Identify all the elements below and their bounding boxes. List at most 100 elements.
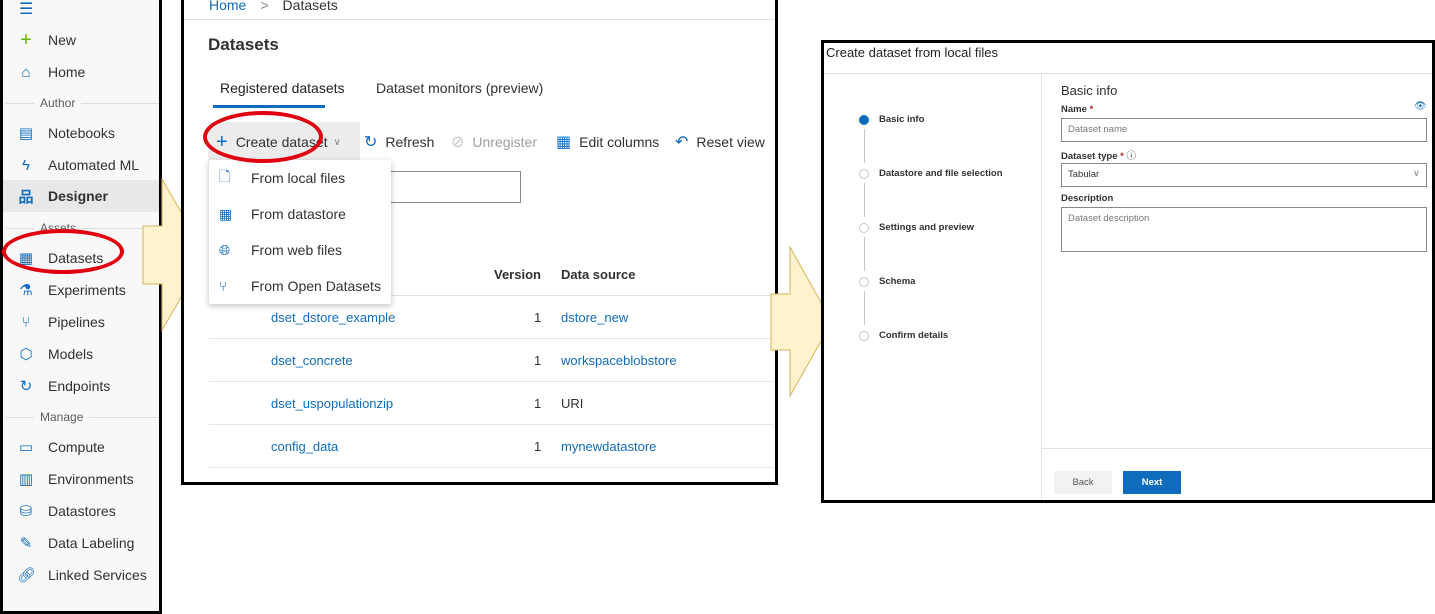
step-settings-preview[interactable]: Settings and preview (859, 222, 974, 233)
globe-file-icon: 🌐︎ (219, 241, 231, 258)
label: Endpoints (48, 378, 111, 394)
description-textarea[interactable]: Dataset description (1061, 207, 1427, 252)
label: Home (48, 64, 86, 80)
highlight-oval (203, 111, 323, 163)
label: Reset view (696, 134, 765, 150)
cube-icon: ⬡ (19, 346, 33, 363)
create-dataset-menu: 🗋︎ From local files ▦ From datastore 🌐︎ Fro… (209, 160, 391, 304)
back-button[interactable]: Back (1054, 471, 1112, 494)
column-version[interactable]: Version (494, 267, 541, 282)
endpoint-icon: ↻ (19, 378, 33, 395)
step-icon (859, 276, 869, 287)
undo-icon: ↶ (675, 134, 689, 151)
version: 1 (534, 395, 542, 411)
sidebar-item-linked-services[interactable]: 🔗︎ Linked Services (17, 560, 159, 590)
sidebar-item-compute[interactable]: ▭ Compute (17, 432, 159, 462)
label: Notebooks (48, 125, 115, 141)
sidebar-item-datastores[interactable]: ⛁ Datastores (17, 496, 159, 526)
dataset-type-label: Dataset type * ⓘ (1061, 151, 1136, 162)
create-dataset-wizard: Create dataset from local files Basic in… (821, 40, 1435, 503)
table-row[interactable]: dset_uspopulationzip 1 URI (209, 382, 774, 425)
data-source: URI (561, 395, 584, 411)
eye-icon[interactable]: 👁︎ (1414, 101, 1427, 112)
step-confirm-details[interactable]: Confirm details (859, 330, 948, 341)
column-data-source[interactable]: Data source (561, 267, 635, 282)
refresh-button[interactable]: ↻ Refresh (364, 127, 434, 157)
sidebar-item-automated-ml[interactable]: ϟ Automated ML (17, 150, 159, 180)
search-input[interactable] (374, 171, 521, 203)
breadcrumb-home[interactable]: Home (209, 0, 246, 13)
edit-columns-button[interactable]: ▦ Edit columns (556, 127, 659, 157)
version: 1 (534, 309, 542, 325)
label: Unregister (472, 134, 537, 150)
label: Compute (48, 439, 105, 455)
label: Basic info (879, 114, 925, 125)
data-source-link[interactable]: mynewdatastore (561, 439, 656, 454)
section-author: Author (6, 96, 159, 110)
file-upload-icon: 🗋︎ (219, 168, 231, 184)
name-label: Name * (1061, 104, 1094, 115)
data-source-link[interactable]: dstore_new (561, 310, 628, 325)
unregister-button[interactable]: ⊘ Unregister (451, 127, 537, 157)
flask-icon: ⚗ (19, 282, 33, 299)
description-label: Description (1061, 193, 1114, 204)
dataset-name-link[interactable]: dset_dstore_example (271, 310, 395, 325)
dataset-name-link[interactable]: config_data (271, 439, 338, 454)
designer-icon: 品 (18, 188, 34, 206)
dataset-name-input[interactable]: Dataset name (1061, 118, 1427, 142)
step-schema[interactable]: Schema (859, 276, 915, 287)
info-icon[interactable]: ⓘ (1126, 151, 1136, 162)
label: Datastore and file selection (879, 168, 1003, 179)
sidebar-item-data-labeling[interactable]: ✎ Data Labeling (17, 528, 159, 558)
highlight-oval (2, 229, 124, 274)
section-manage: Manage (6, 410, 159, 424)
label: Datastores (48, 503, 116, 519)
datasets-page: Home > Datasets Datasets Registered datase… (181, 0, 778, 485)
sidebar-item-environments[interactable]: ▥ Environments (17, 464, 159, 494)
tab-registered-datasets[interactable]: Registered datasets (220, 80, 345, 96)
menu-item-from-open-datasets[interactable]: ⑂ From Open Datasets (209, 268, 391, 304)
sidebar-item-endpoints[interactable]: ↻ Endpoints (17, 371, 159, 401)
label: Models (48, 346, 94, 362)
step-basic-info[interactable]: Basic info (859, 114, 924, 125)
menu-item-from-local-files[interactable]: 🗋︎ From local files (209, 160, 391, 196)
sidebar-item-designer[interactable]: 品 Designer (3, 180, 159, 212)
breadcrumb-separator: > (260, 0, 269, 13)
menu-item-from-datastore[interactable]: ▦ From datastore (209, 196, 391, 232)
sidebar: ☰ + New ⌂ Home Author ▤ Notebooks ϟ Automate… (0, 0, 162, 614)
sidebar-item-models[interactable]: ⬡ Models (17, 339, 159, 369)
breadcrumb: Home > Datasets (209, 0, 338, 13)
sidebar-item-pipelines[interactable]: ⑂ Pipelines (17, 307, 159, 337)
automl-icon: ϟ (22, 156, 30, 174)
refresh-icon: ↻ (364, 134, 378, 151)
pipeline-icon: ⑂ (21, 313, 31, 331)
step-datastore-selection[interactable]: Datastore and file selection (859, 168, 1003, 179)
sidebar-item-notebooks[interactable]: ▤ Notebooks (17, 118, 159, 148)
label-icon: ✎ (19, 535, 33, 552)
dataset-name-link[interactable]: dset_concrete (271, 353, 353, 368)
tab-dataset-monitors[interactable]: Dataset monitors (preview) (376, 80, 543, 96)
version: 1 (534, 352, 542, 368)
sidebar-item-home[interactable]: ⌂ Home (17, 57, 159, 87)
menu-item-from-web-files[interactable]: 🌐︎ From web files (209, 232, 391, 268)
table-row[interactable]: config_data 1 mynewdatastore (209, 425, 774, 468)
label: Automated ML (48, 157, 140, 173)
wizard-title: Create dataset from local files (826, 45, 998, 60)
next-button[interactable]: Next (1123, 471, 1181, 494)
table-row[interactable]: dset_concrete 1 workspaceblobstore (209, 339, 774, 382)
hamburger-icon[interactable]: ☰ (19, 0, 33, 19)
branch-icon: ⑂ (219, 278, 228, 294)
data-source-link[interactable]: workspaceblobstore (561, 353, 677, 368)
label: Environments (48, 471, 134, 487)
dataset-type-select[interactable]: Tabular ∨ (1061, 163, 1427, 187)
dataset-name-link[interactable]: dset_uspopulationzip (271, 396, 393, 411)
label: Pipelines (48, 314, 105, 330)
sidebar-item-new[interactable]: + New (17, 25, 159, 55)
notebook-icon: ▤ (18, 125, 34, 142)
reset-view-button[interactable]: ↶ Reset view (675, 127, 765, 157)
label: Refresh (385, 134, 435, 150)
label: From web files (251, 242, 343, 258)
label: New (48, 32, 77, 48)
sidebar-item-experiments[interactable]: ⚗ Experiments (17, 275, 159, 305)
label: Linked Services (48, 567, 147, 583)
